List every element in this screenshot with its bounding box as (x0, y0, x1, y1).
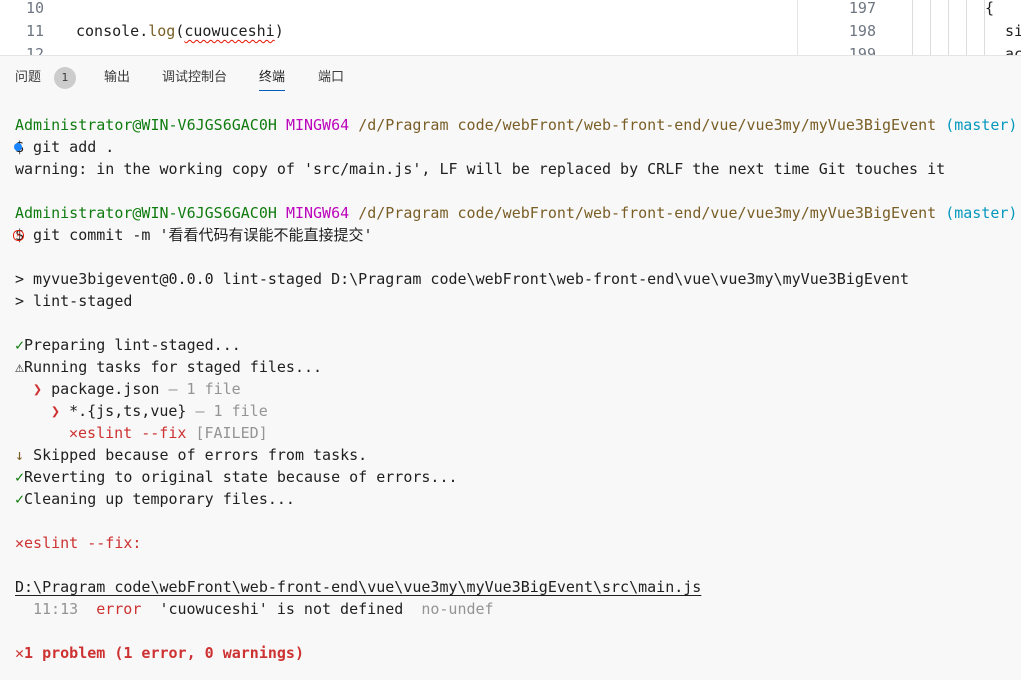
output-line: ❯ package.json — 1 file (33, 378, 241, 400)
terminal-output[interactable]: Administrator@WIN-V6JGS6GAC0H MINGW64 /d… (0, 99, 1021, 680)
error-rule: no-undef (421, 600, 494, 618)
output-text: Running tasks for staged files... (24, 358, 323, 376)
cross-icon: ✕ (15, 534, 25, 552)
command-line: $ git add . (14, 136, 115, 158)
arrow-down-icon: ↓ (15, 446, 25, 464)
prompt-branch: (master) (945, 116, 1018, 134)
tab-problems[interactable]: 问题 (15, 68, 41, 90)
output-line: ✕eslint --fix: (15, 532, 141, 554)
output-line: ↓ Skipped because of errors from tasks. (15, 444, 367, 466)
check-icon: ✓ (15, 336, 25, 354)
prompt-shell: MINGW64 (285, 204, 350, 222)
undefined-variable[interactable]: cuowuceshi (184, 22, 274, 40)
tab-output[interactable]: 输出 (104, 68, 130, 90)
prompt-path: /d/Pragram code/webFront/web-front-end/v… (358, 204, 937, 222)
line-number: 199 (848, 45, 876, 55)
file-link[interactable]: D:\Pragram code\webFront\web-front-end\v… (15, 576, 701, 598)
indent-guide (948, 0, 949, 55)
summary-text: 1 problem (1 error, 0 warnings) (24, 644, 304, 662)
output-dim-text: — 1 file (168, 380, 241, 398)
tab-debug-console[interactable]: 调试控制台 (162, 68, 227, 90)
indent-guide (912, 0, 913, 55)
line-number: 11 (25, 22, 44, 40)
error-message: 'cuowuceshi' is not defined (159, 600, 404, 618)
output-dim-text: — 1 file (195, 402, 268, 420)
prompt-line: Administrator@WIN-V6JGS6GAC0H MINGW64 /d… (15, 114, 1017, 136)
output-text: Skipped because of errors from tasks. (33, 446, 368, 464)
cross-icon: ✕ (69, 424, 79, 442)
output-text: package.json (51, 380, 160, 398)
prompt-shell: MINGW64 (285, 116, 350, 134)
line-number: 12 (25, 45, 44, 55)
output-line: ✓Cleaning up temporary files... (15, 488, 295, 510)
output-line: ✕eslint --fix [FAILED] (69, 422, 268, 444)
output-line: warning: in the working copy of 'src/mai… (15, 160, 946, 178)
command-success-decoration[interactable] (14, 143, 22, 151)
warning-icon: ⚠ (15, 358, 25, 376)
problems-count-badge: 1 (54, 67, 76, 89)
command-text: $ git add . (15, 138, 115, 156)
output-line: ❯ *.{js,ts,vue} — 1 file (51, 400, 268, 422)
cross-icon: ✕ (15, 644, 25, 662)
chevron-right-icon: ❯ (33, 380, 43, 398)
code-line[interactable]: console.log(cuowuceshi) (76, 22, 284, 40)
output-error-text: eslint --fix: (24, 534, 142, 552)
summary-line: ✕1 problem (1 error, 0 warnings) (15, 642, 304, 664)
check-icon: ✓ (15, 490, 25, 508)
prompt-user: Administrator@WIN-V6JGS6GAC0H (15, 116, 277, 134)
prompt-branch: (master) (945, 204, 1018, 222)
chevron-right-icon: ❯ (51, 402, 61, 420)
line-number: 197 (848, 0, 876, 17)
code-line[interactable]: ac (1005, 45, 1021, 55)
command-error-decoration[interactable]: × (13, 230, 24, 241)
command-line: × $ git commit -m '看看代码有误能不能直接提交' (13, 224, 373, 246)
output-error-text: eslint --fix (78, 424, 187, 442)
code-paren: ) (274, 22, 284, 40)
code-object: console. (76, 22, 149, 40)
error-level: error (96, 600, 142, 618)
prompt-line: Administrator@WIN-V6JGS6GAC0H MINGW64 /d… (15, 202, 1017, 224)
output-line: ⚠Running tasks for staged files... (15, 356, 322, 378)
tab-terminal[interactable]: 终端 (259, 68, 286, 91)
prompt-user: Administrator@WIN-V6JGS6GAC0H (15, 204, 277, 222)
tab-ports[interactable]: 端口 (318, 68, 344, 90)
check-icon: ✓ (15, 468, 25, 486)
indent-guide (966, 0, 967, 55)
prompt-path: /d/Pragram code/webFront/web-front-end/v… (358, 116, 937, 134)
output-line: ✓Preparing lint-staged... (15, 334, 241, 356)
error-position: 11:13 (33, 600, 79, 618)
output-line: > lint-staged (15, 292, 133, 310)
code-line[interactable]: { (985, 0, 994, 17)
code-line[interactable]: si (1005, 22, 1021, 40)
output-text: Cleaning up temporary files... (24, 490, 295, 508)
output-dim-text: [FAILED] (195, 424, 268, 442)
lint-error-line: 11:13 error 'cuowuceshi' is not defined … (33, 598, 494, 620)
output-text: Preparing lint-staged... (24, 336, 241, 354)
editor-split-divider[interactable] (797, 0, 798, 55)
output-text: *.{js,ts,vue} (69, 402, 187, 420)
line-number: 10 (25, 0, 44, 17)
command-text: $ git commit -m '看看代码有误能不能直接提交' (15, 226, 373, 244)
line-number: 198 (848, 22, 876, 40)
output-text: Reverting to original state because of e… (24, 468, 458, 486)
output-line: ✓Reverting to original state because of … (15, 466, 458, 488)
panel-tab-bar: 问题 1 输出 调试控制台 终端 端口 (0, 55, 1021, 100)
indent-guide (930, 0, 931, 55)
output-line: > myvue3bigevent@0.0.0 lint-staged D:\Pr… (15, 270, 910, 288)
code-function: log (148, 22, 176, 40)
editor-area[interactable]: 10 11 console.log(cuowuceshi) 12 197 198… (0, 0, 1021, 55)
